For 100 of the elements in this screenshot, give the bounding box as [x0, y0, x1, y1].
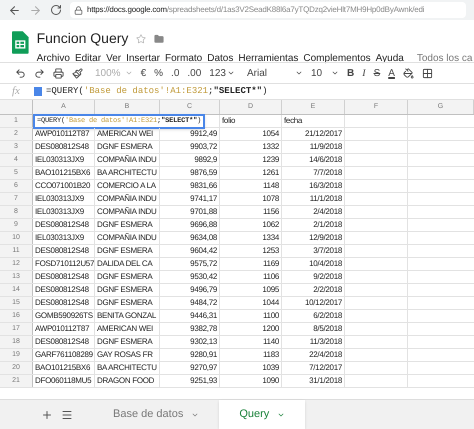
- table-cell: 12/9/2018: [309, 234, 342, 242]
- table-cell: 1100: [262, 312, 279, 320]
- table-cell: 2/4/2018: [313, 208, 342, 216]
- lock-icon: [74, 6, 83, 14]
- table-cell: 3/7/2018: [313, 247, 342, 255]
- table-cell: BENITA GONZAL: [97, 312, 156, 320]
- table-cell: 9270,97: [190, 364, 217, 372]
- last-edit-link[interactable]: Todos los ca: [416, 51, 472, 66]
- number-format-dropdown[interactable]: 123: [206, 64, 238, 82]
- table-cell: COMERCIO A LA: [97, 182, 156, 190]
- table-cell: 1334: [262, 234, 279, 242]
- table-cell: 7/7/2018: [313, 169, 342, 177]
- all-sheets-icon[interactable]: [61, 408, 73, 420]
- table-cell: 11/9/2018: [310, 143, 342, 151]
- currency-button[interactable]: €: [138, 64, 150, 82]
- menu-item[interactable]: Datos: [207, 51, 234, 66]
- table-cell: 8/5/2018: [313, 325, 342, 333]
- back-icon[interactable]: [8, 4, 21, 16]
- font-dropdown[interactable]: Arial: [244, 64, 306, 82]
- sheets-logo-icon: [12, 31, 29, 54]
- table-cell: 10/4/2018: [309, 260, 342, 268]
- table-cell: AWP010112T87: [35, 325, 90, 333]
- add-sheet-icon[interactable]: [41, 408, 53, 420]
- table-cell: 1054: [262, 130, 279, 138]
- table-cell: BA ARCHITECTU: [97, 169, 157, 177]
- table-cell: folio: [222, 117, 236, 125]
- table-cell: DRAGON FOOD: [97, 377, 154, 385]
- table-cell: 9484,72: [190, 299, 217, 307]
- zoom-dropdown[interactable]: 100%: [92, 64, 136, 82]
- table-cell: DES080812S48: [35, 143, 89, 151]
- table-cell: 1332: [262, 143, 279, 151]
- table-cell: 1239: [262, 156, 279, 164]
- percent-button[interactable]: %: [151, 64, 166, 82]
- table-cell: 1253: [262, 247, 279, 255]
- strikethrough-button[interactable]: S: [370, 64, 384, 82]
- table-cell: DES080812S48: [35, 273, 89, 281]
- folder-icon[interactable]: [154, 34, 164, 44]
- table-cell: COMPAÑIA INDU: [97, 195, 157, 203]
- table-cell: 9/2/2018: [313, 273, 342, 281]
- table-cell: 1148: [262, 182, 279, 190]
- table-cell: DGNF ESMERA: [97, 286, 152, 294]
- table-cell: DGNF ESMERA: [97, 273, 152, 281]
- table-cell: GAY ROSAS FR: [97, 351, 153, 359]
- table-cell: fecha: [284, 117, 302, 125]
- sheet-tab[interactable]: Query: [219, 400, 306, 429]
- star-icon[interactable]: [136, 34, 146, 44]
- table-cell: 1183: [262, 351, 279, 359]
- menu-item[interactable]: Insertar: [126, 51, 160, 66]
- table-cell: 9912,49: [190, 130, 217, 138]
- table-cell: COMPAÑIA INDU: [97, 156, 157, 164]
- text-color-button[interactable]: A: [385, 64, 398, 82]
- table-cell: IEL030313JX9: [35, 156, 84, 164]
- address-bar[interactable]: https://docs.google.com/spreadsheets/d/1as3V2SeadK88l6a7yTQDzq2vieHlt7MH9Hp0dByAwnk/edi: [70, 2, 466, 18]
- table-cell: 1261: [262, 169, 279, 177]
- table-cell: 7/12/2017: [309, 364, 342, 372]
- fx-label: fx: [12, 84, 21, 100]
- table-cell: 2/1/2018: [313, 221, 342, 229]
- caret-icon: [226, 69, 235, 77]
- menu-item[interactable]: Ayuda: [376, 51, 404, 66]
- increase-decimals-button[interactable]: .00: [184, 64, 204, 82]
- table-cell: 1095: [262, 286, 279, 294]
- table-cell: 9696,88: [190, 221, 217, 229]
- table-cell: 6/2/2018: [313, 312, 342, 320]
- document-title[interactable]: Funcion Query: [36, 28, 128, 49]
- table-cell: 9382,78: [190, 325, 217, 333]
- italic-button[interactable]: I: [359, 64, 369, 82]
- bold-button[interactable]: B: [344, 64, 358, 82]
- menu-item[interactable]: Herramientas: [238, 51, 298, 66]
- print-icon: [53, 68, 64, 78]
- table-cell: DFO060118MU5: [35, 377, 92, 385]
- formula-text: =QUERY('Base de datos'!A1:E321;"SELECT*"): [46, 87, 268, 96]
- url-text: https://docs.google.com/spreadsheets/d/1as3V2SeadK88l6a7yTQDzq2vieHlt7MH9Hp0dByAwnk/edi: [87, 4, 424, 16]
- paint-bucket-icon: [402, 68, 414, 78]
- table-cell: FOSD710112U57: [35, 260, 94, 268]
- table-cell: 1156: [262, 208, 279, 216]
- undo-icon: [15, 68, 26, 78]
- table-cell: 11/3/2018: [310, 338, 342, 346]
- caret-icon: [294, 69, 303, 77]
- table-cell: DES080812S48: [35, 221, 89, 229]
- table-cell: 1090: [262, 377, 279, 385]
- reload-icon[interactable]: [50, 4, 62, 16]
- table-cell: 1140: [262, 338, 279, 346]
- menu-item[interactable]: Complementos: [303, 51, 371, 66]
- table-cell: 1044: [262, 299, 279, 307]
- table-cell: 1169: [262, 260, 279, 268]
- table-cell: 9302,13: [190, 338, 217, 346]
- table-cell: COMPAÑIA INDU: [97, 208, 157, 216]
- table-cell: 31/1/2018: [309, 377, 342, 385]
- menu-item[interactable]: Ver: [106, 51, 122, 66]
- table-cell: IEL030313JX9: [35, 234, 84, 242]
- table-cell: DGNF ESMERA: [97, 221, 152, 229]
- decrease-decimals-button[interactable]: .0: [168, 64, 182, 82]
- menu-item[interactable]: Archivo: [36, 51, 70, 66]
- table-cell: 2/2/2018: [313, 286, 342, 294]
- table-cell: DGNF ESMERA: [97, 247, 152, 255]
- sheet-tab[interactable]: Base de datos: [93, 400, 220, 429]
- table-cell: 1062: [262, 221, 279, 229]
- font-size-dropdown[interactable]: 10: [308, 64, 342, 82]
- menu-item[interactable]: Formato: [165, 51, 202, 66]
- menu-item[interactable]: Editar: [74, 51, 102, 66]
